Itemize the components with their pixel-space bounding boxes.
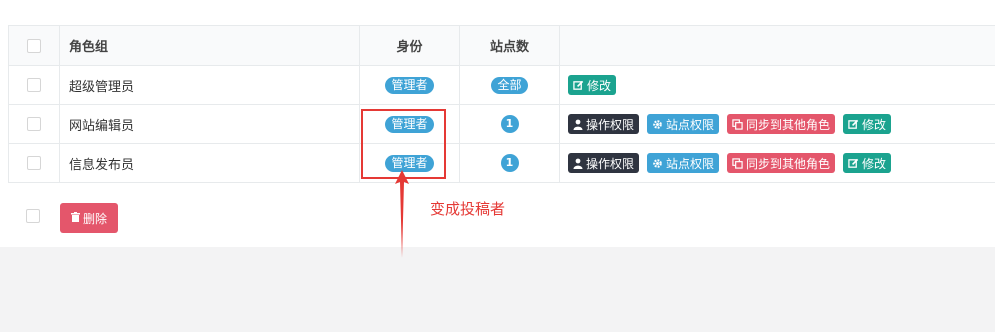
annotation-highlight-box: [361, 109, 446, 179]
role-name: 信息发布员: [60, 144, 360, 182]
operation-permission-button[interactable]: 操作权限: [568, 153, 640, 173]
header-identity: 身份: [360, 26, 460, 65]
identity-badge: 管理者: [385, 76, 434, 94]
header-actions: [560, 26, 995, 65]
row-checkbox[interactable]: [27, 156, 41, 170]
user-icon: [573, 119, 583, 130]
edit-button[interactable]: 修改: [568, 75, 617, 95]
table-header-row: 角色组 身份 站点数: [9, 26, 995, 66]
table-row: 信息发布员 管理者 1 操作权限 站点权限 同步到其他角色 修改: [9, 144, 995, 182]
header-site-count: 站点数: [460, 26, 560, 65]
row-actions: 修改: [560, 66, 995, 104]
pencil-square-icon: [848, 119, 859, 130]
select-all-checkbox[interactable]: [27, 38, 41, 53]
row-checkbox[interactable]: [27, 78, 41, 92]
footer-select-checkbox[interactable]: [26, 209, 40, 223]
annotation-text: 变成投稿者: [430, 200, 506, 218]
copy-icon: [732, 118, 743, 130]
edit-button[interactable]: 修改: [843, 153, 892, 173]
row-checkbox[interactable]: [27, 117, 41, 131]
edit-button[interactable]: 修改: [843, 114, 892, 134]
table-row: 网站编辑员 管理者 1 操作权限 站点权限 同步到其他角色 修改: [9, 105, 995, 144]
copy-icon: [732, 157, 743, 169]
site-count-badge: 全部: [491, 76, 528, 94]
site-permission-button[interactable]: 站点权限: [647, 153, 720, 173]
role-name: 超级管理员: [60, 66, 360, 104]
role-name: 网站编辑员: [60, 105, 360, 143]
header-checkbox-cell: [9, 26, 60, 65]
header-role-group: 角色组: [60, 26, 360, 65]
trash-icon: [70, 211, 80, 225]
sync-to-other-roles-button[interactable]: 同步到其他角色: [727, 153, 836, 173]
delete-button[interactable]: 删除: [60, 203, 118, 233]
site-count-badge: 1: [500, 154, 519, 172]
pencil-square-icon: [848, 158, 859, 169]
pencil-square-icon: [573, 80, 584, 91]
operation-permission-button[interactable]: 操作权限: [568, 114, 640, 134]
annotation-arrow-icon: [395, 170, 409, 258]
site-permission-button[interactable]: 站点权限: [647, 114, 720, 134]
site-count-badge: 1: [500, 115, 519, 133]
user-icon: [573, 158, 583, 169]
gear-icon: [652, 119, 663, 130]
gear-icon: [652, 158, 663, 169]
row-actions: 操作权限 站点权限 同步到其他角色 修改: [560, 105, 995, 143]
table-row: 超级管理员 管理者 全部 修改: [9, 66, 995, 105]
row-actions: 操作权限 站点权限 同步到其他角色 修改: [560, 144, 995, 182]
sync-to-other-roles-button[interactable]: 同步到其他角色: [727, 114, 836, 134]
role-table: 角色组 身份 站点数 超级管理员 管理者 全部 修改 网站编辑员 管理者 1 操…: [8, 25, 995, 183]
